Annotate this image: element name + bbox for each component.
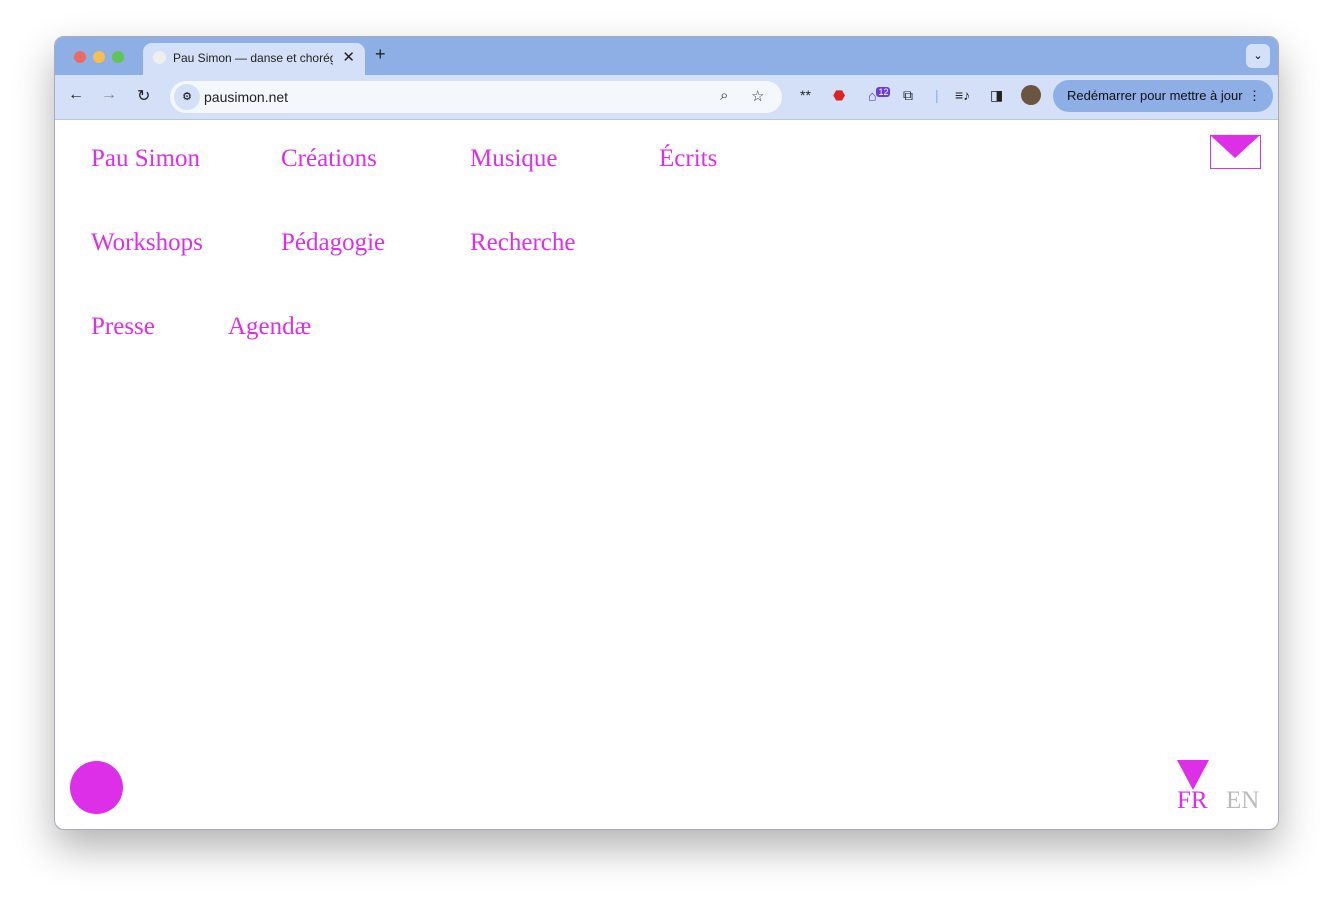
page-content: Pau Simon Créations Musique Écrits Works…	[55, 120, 1278, 829]
restart-update-button[interactable]: Redémarrer pour mettre à jour ⋮	[1053, 80, 1273, 112]
menu-dots-icon[interactable]: ⋮	[1248, 80, 1261, 112]
lang-fr[interactable]: FR	[1177, 787, 1208, 815]
browser-toolbar: ← → ↻ ⚙ pausimon.net ⌕ ☆ ** ⬣ ⌂ 12 ⧉ | ≡♪…	[55, 75, 1278, 120]
nav-pedagogie[interactable]: Pédagogie	[281, 229, 385, 257]
media-control-icon[interactable]: ≡♪	[955, 87, 970, 103]
circle-button[interactable]	[70, 761, 123, 814]
extension-asterisk-icon[interactable]: **	[800, 87, 811, 103]
lang-en[interactable]: EN	[1226, 787, 1259, 815]
bookmark-star-icon[interactable]: ☆	[751, 87, 764, 105]
tab-bar: Pau Simon — danse et chorégraphie ✕ + ⌄	[55, 37, 1278, 75]
new-tab-icon[interactable]: +	[375, 44, 386, 65]
minimize-window-button[interactable]	[93, 51, 105, 63]
nav-presse[interactable]: Presse	[91, 313, 155, 341]
site-settings-icon[interactable]: ⚙	[174, 84, 200, 110]
close-window-button[interactable]	[74, 51, 86, 63]
browser-window: Pau Simon — danse et chorégraphie ✕ + ⌄ …	[54, 36, 1279, 830]
restart-label: Redémarrer pour mettre à jour	[1067, 88, 1243, 103]
nav-musique[interactable]: Musique	[470, 145, 558, 173]
extension-badge-icon[interactable]: ⌂ 12	[868, 87, 891, 104]
nav-agendae[interactable]: Agendæ	[228, 313, 311, 341]
mail-icon[interactable]	[1210, 135, 1261, 169]
address-bar[interactable]: ⚙ pausimon.net ⌕ ☆	[170, 81, 782, 113]
nav-ecrits[interactable]: Écrits	[659, 145, 717, 173]
url-text[interactable]: pausimon.net	[204, 89, 288, 105]
side-panel-icon[interactable]: ◨	[990, 87, 1003, 104]
close-tab-icon[interactable]: ✕	[342, 48, 355, 66]
language-indicator-triangle-icon	[1177, 760, 1209, 790]
nav-creations[interactable]: Créations	[281, 145, 377, 173]
tab-title: Pau Simon — danse et chorégraphie	[173, 51, 333, 65]
profile-avatar[interactable]	[1021, 85, 1041, 105]
forward-icon[interactable]: →	[101, 86, 117, 104]
zoom-icon[interactable]: ⌕	[720, 87, 728, 104]
nav-pau-simon[interactable]: Pau Simon	[91, 145, 200, 173]
back-icon[interactable]: ←	[68, 86, 84, 104]
toolbar-divider: |	[935, 87, 939, 103]
nav-recherche[interactable]: Recherche	[470, 229, 575, 257]
reload-icon[interactable]: ↻	[137, 86, 150, 106]
extensions-puzzle-icon[interactable]: ⧉	[903, 87, 913, 104]
favicon-icon	[153, 51, 166, 64]
browser-tab[interactable]: Pau Simon — danse et chorégraphie ✕	[143, 43, 365, 75]
maximize-window-button[interactable]	[112, 51, 124, 63]
tab-search-chevron-icon[interactable]: ⌄	[1246, 44, 1270, 68]
nav-workshops[interactable]: Workshops	[91, 229, 203, 257]
adblock-icon[interactable]: ⬣	[833, 87, 845, 104]
